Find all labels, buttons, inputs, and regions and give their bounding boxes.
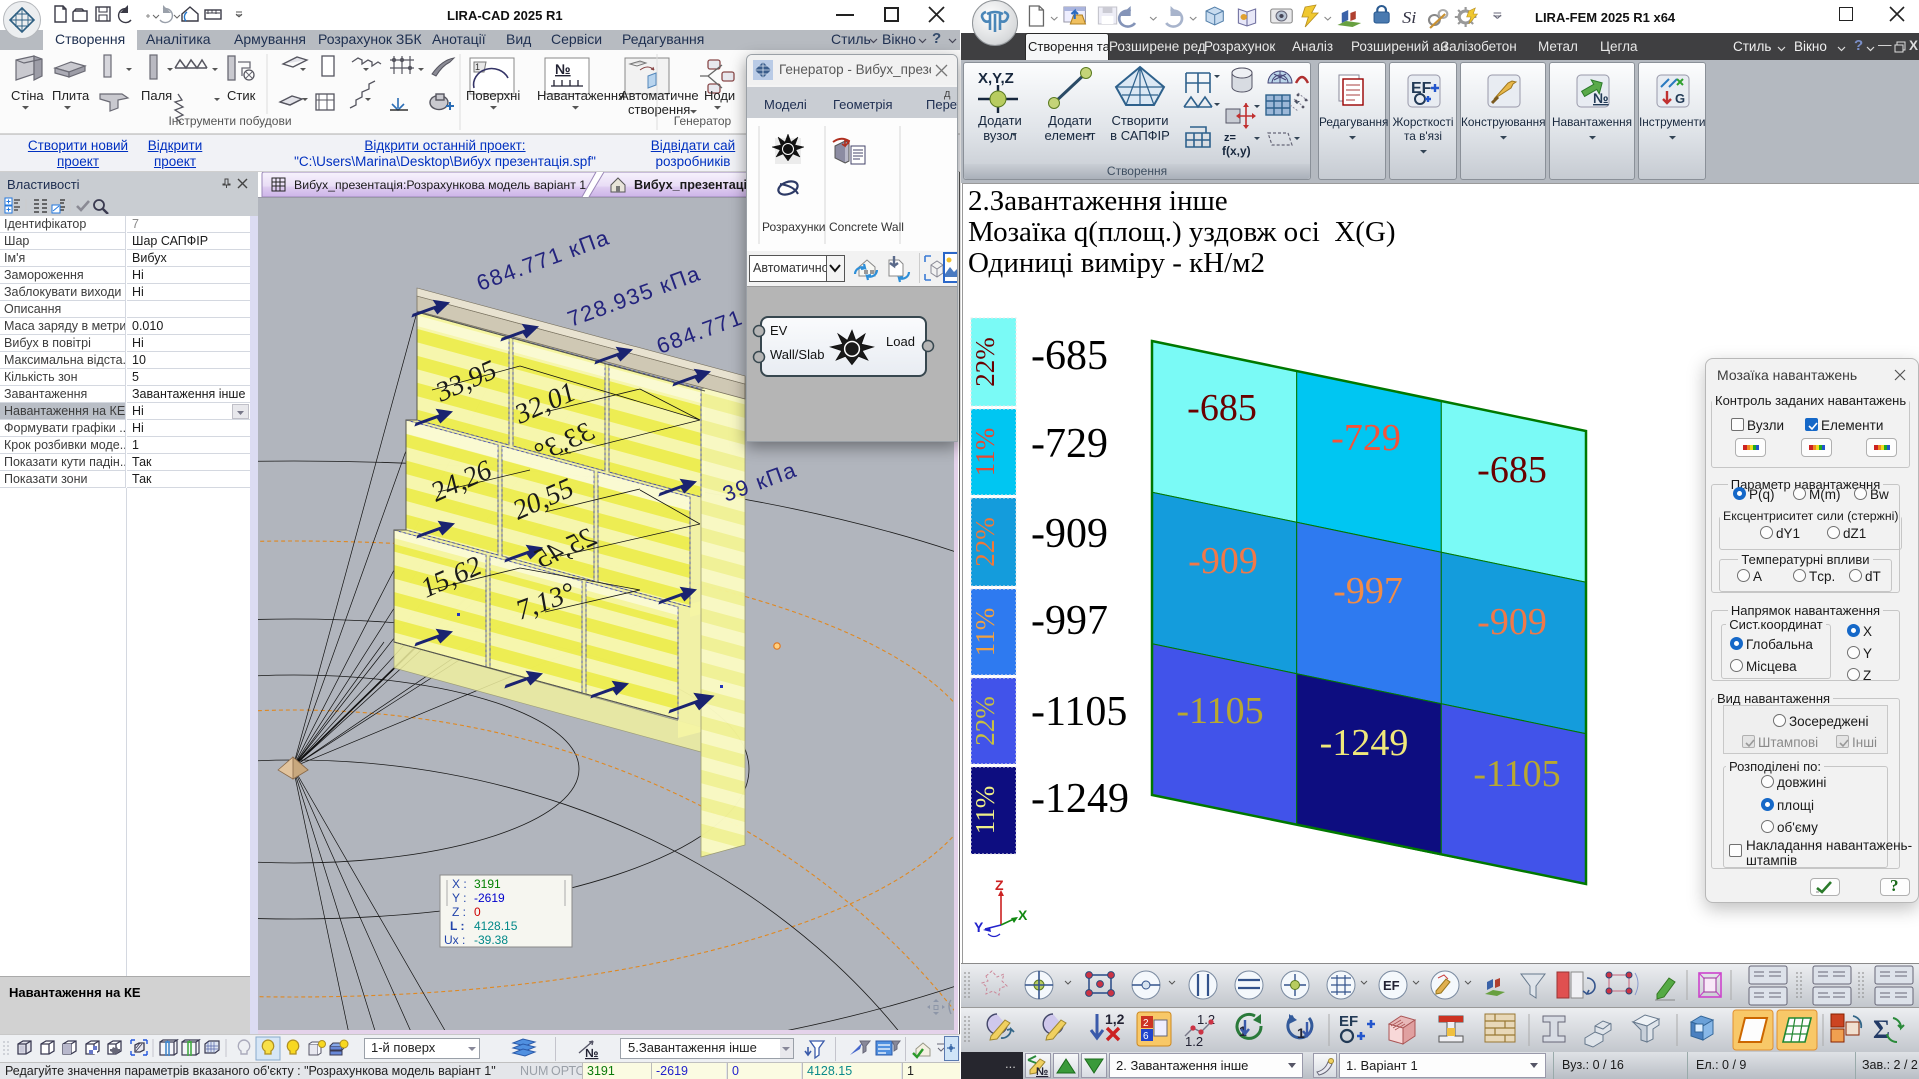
svg-text:Ux :: Ux : bbox=[444, 933, 465, 947]
svg-text:6: 6 bbox=[1143, 1031, 1149, 1042]
svg-text:№: № bbox=[1593, 90, 1609, 106]
svg-text:1.2: 1.2 bbox=[1185, 1034, 1203, 1049]
svg-text:Σ: Σ bbox=[1873, 1015, 1890, 1044]
svg-text:-685: -685 bbox=[1031, 333, 1108, 379]
svg-text:Concrete Wall: Concrete Wall bbox=[829, 220, 904, 234]
svg-text:Стіна: Стіна bbox=[11, 88, 44, 103]
svg-text:1,2: 1,2 bbox=[1105, 1011, 1125, 1027]
svg-text:-685: -685 bbox=[1187, 387, 1257, 429]
svg-text:Додати: Додати bbox=[1048, 113, 1092, 128]
svg-text:-1249: -1249 bbox=[1031, 776, 1129, 822]
svg-text:-997: -997 bbox=[1031, 598, 1108, 644]
svg-text:Si: Si bbox=[1402, 8, 1416, 27]
svg-text:-997: -997 bbox=[1333, 570, 1403, 612]
svg-text:Розрахунки: Розрахунки bbox=[762, 220, 825, 234]
svg-text:Створити: Створити bbox=[1111, 113, 1168, 128]
svg-text:-729: -729 bbox=[1331, 417, 1401, 459]
svg-text:1: 1 bbox=[475, 62, 480, 72]
svg-text:Y :: Y : bbox=[452, 891, 466, 905]
svg-text:Y: Y bbox=[974, 919, 984, 935]
svg-text:4128.15: 4128.15 bbox=[474, 919, 518, 933]
svg-text:Автоматичне: Автоматичне bbox=[620, 88, 699, 103]
svg-text:-1105: -1105 bbox=[1473, 753, 1560, 795]
svg-text:Z :: Z : bbox=[452, 905, 466, 919]
svg-text:-2619: -2619 bbox=[474, 891, 505, 905]
svg-text:EF: EF bbox=[1339, 1013, 1358, 1030]
svg-text:1.2: 1.2 bbox=[1197, 1012, 1215, 1027]
svg-text:L :: L : bbox=[450, 919, 464, 933]
svg-text:X: X bbox=[1018, 907, 1028, 923]
svg-text:Паля: Паля bbox=[141, 88, 172, 103]
svg-text:Поверхні: Поверхні bbox=[466, 88, 520, 103]
svg-text:№: № bbox=[555, 61, 571, 77]
svg-text:z=: z= bbox=[1224, 132, 1236, 144]
svg-text:G: G bbox=[1675, 91, 1685, 106]
svg-text:елемент: елемент bbox=[1045, 128, 1096, 143]
svg-text:Стик: Стик bbox=[227, 88, 256, 103]
svg-text:-909: -909 bbox=[1031, 511, 1108, 557]
svg-text:-1105: -1105 bbox=[1176, 690, 1263, 732]
svg-text:11%: 11% bbox=[970, 608, 1000, 657]
svg-text:№: № bbox=[585, 1046, 598, 1060]
svg-text:22%: 22% bbox=[970, 517, 1000, 567]
svg-text:Додати: Додати bbox=[978, 113, 1022, 128]
svg-text:EF: EF bbox=[1383, 978, 1400, 993]
svg-text:-909: -909 bbox=[1188, 540, 1258, 582]
svg-text:11%: 11% bbox=[970, 786, 1000, 835]
svg-text:Навантаження: Навантаження bbox=[537, 88, 625, 103]
svg-text:-729: -729 bbox=[1031, 421, 1108, 467]
svg-text:Ноди: Ноди bbox=[704, 88, 735, 103]
svg-text:вузол: вузол bbox=[983, 128, 1016, 143]
svg-text:-39.38: -39.38 bbox=[474, 933, 508, 947]
svg-text:-909: -909 bbox=[1477, 601, 1547, 643]
svg-text:-1249: -1249 bbox=[1320, 722, 1409, 764]
svg-text:0: 0 bbox=[474, 905, 481, 919]
svg-text:-685: -685 bbox=[1477, 449, 1547, 491]
svg-text:f(x,y): f(x,y) bbox=[1222, 144, 1251, 158]
svg-text:3191: 3191 bbox=[474, 877, 501, 891]
svg-text:№: № bbox=[1036, 1066, 1048, 1078]
svg-text:X,Y,Z: X,Y,Z bbox=[978, 70, 1014, 87]
svg-text:22%: 22% bbox=[970, 337, 1000, 387]
svg-text:X :: X : bbox=[452, 877, 467, 891]
svg-text:11%: 11% bbox=[970, 428, 1000, 477]
svg-text:2: 2 bbox=[1143, 1018, 1149, 1029]
svg-text:в САПФІР: в САПФІР bbox=[1110, 128, 1170, 143]
svg-text:Плита: Плита bbox=[52, 88, 90, 103]
svg-text:Z: Z bbox=[995, 877, 1004, 893]
svg-text:-1105: -1105 bbox=[1031, 689, 1127, 735]
svg-text:22%: 22% bbox=[970, 696, 1000, 746]
